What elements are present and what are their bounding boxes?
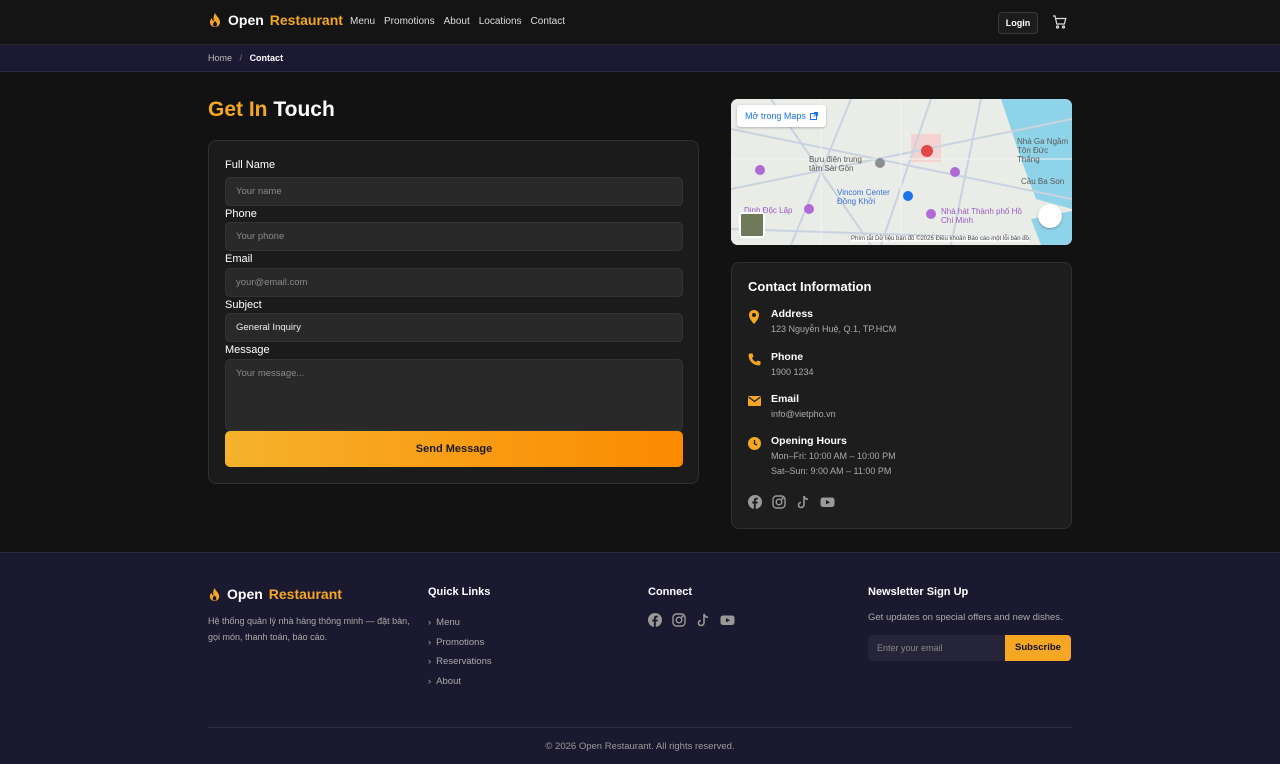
footer-brand-accent: Restaurant (268, 586, 342, 602)
contact-form: Full Name Your name Phone Your phone Ema… (208, 140, 699, 484)
breadcrumb-home[interactable]: Home (208, 53, 232, 63)
hours-label: Opening Hours (771, 435, 847, 447)
contact-socials (748, 495, 835, 509)
chevron-right-icon: › (428, 675, 432, 687)
main-nav: Menu Promotions About Locations Contact (350, 16, 574, 27)
chevron-right-icon: › (428, 617, 432, 629)
instagram-icon[interactable] (672, 613, 686, 627)
breadcrumb-separator: / (239, 53, 243, 63)
message-label: Message (225, 344, 270, 356)
contact-info-card: Contact Information Address 123 Nguyễn H… (731, 262, 1072, 529)
quick-links-title: Quick Links (428, 586, 491, 598)
hours-weekday: Mon–Fri: 10:00 AM – 10:00 PM (771, 451, 896, 461)
newsletter-email-input[interactable]: Enter your email (868, 635, 1005, 661)
page-title: Get In Touch (208, 98, 335, 122)
brand-accent: Restaurant (269, 12, 343, 28)
phone-input[interactable]: Your phone (225, 222, 683, 251)
breadcrumb-current: Contact (249, 53, 284, 63)
external-link-icon (809, 112, 818, 120)
map-label-bridge: Cầu Ba Son (1021, 177, 1065, 186)
phone-value: 1900 1234 (771, 367, 814, 377)
footer-socials (648, 613, 735, 627)
footer-brand[interactable]: Open Restaurant (208, 586, 342, 602)
fullscreen-icon[interactable] (1038, 204, 1062, 228)
breadcrumb: Home / Contact (208, 53, 283, 63)
map-label-station: Nhà Ga Ngầm Tôn Đức Thắng (1017, 137, 1069, 164)
youtube-icon[interactable] (820, 495, 835, 509)
nav-item-promotions[interactable]: Promotions (384, 16, 435, 27)
flame-icon (210, 13, 220, 27)
brand-logo[interactable]: Open Restaurant (208, 12, 343, 28)
top-header: Open Restaurant Menu Promotions About Lo… (0, 0, 1280, 45)
quick-link-label: Promotions (436, 636, 485, 648)
quick-links-list: › Menu › Promotions › Reservations › About (428, 613, 492, 691)
quick-link-label: Reservations (436, 656, 492, 668)
phone-label: Phone (225, 208, 257, 220)
full-name-input[interactable]: Your name (225, 177, 683, 206)
phone-icon (748, 353, 761, 366)
chevron-right-icon: › (428, 636, 432, 648)
email-value: info@vietpho.vn (771, 409, 836, 419)
brand-prefix: Open (228, 12, 264, 28)
embedded-map[interactable]: Mở trong Maps Bưu điện trung tâm Sài Gòn… (731, 99, 1072, 245)
quick-link-reservations[interactable]: › Reservations (428, 652, 492, 672)
flame-icon (209, 587, 220, 601)
facebook-icon[interactable] (748, 495, 762, 509)
chevron-right-icon: › (428, 656, 432, 668)
map-label-opera-house: Nhà hát Thành phố Hồ Chí Minh (941, 207, 1022, 225)
phone-label: Phone (771, 351, 804, 363)
map-attribution: Phím tắt Dữ liệu bản đồ ©2026 Điều khoản… (851, 236, 1029, 242)
open-in-maps-label: Mở trong Maps (745, 111, 806, 121)
nav-item-about[interactable]: About (444, 16, 470, 27)
newsletter-text: Get updates on special offers and new di… (868, 612, 1063, 623)
contact-info-title: Contact Information (748, 279, 872, 294)
subject-select[interactable]: General Inquiry (225, 313, 683, 342)
page-title-rest: Touch (273, 98, 335, 121)
email-label: Email (225, 253, 253, 265)
quick-link-promotions[interactable]: › Promotions (428, 633, 492, 653)
site-footer: Open Restaurant Hệ thống quản lý nhà hàn… (0, 552, 1280, 764)
address-value: 123 Nguyễn Huệ, Q.1, TP.HCM (771, 324, 897, 334)
login-button[interactable]: Login (998, 12, 1038, 34)
footer-divider (208, 727, 1072, 728)
connect-title: Connect (648, 586, 692, 598)
send-message-button[interactable]: Send Message (225, 431, 683, 467)
nav-item-locations[interactable]: Locations (479, 16, 522, 27)
tiktok-icon[interactable] (696, 613, 710, 627)
hours-weekend: Sat–Sun: 9:00 AM – 11:00 PM (771, 466, 892, 476)
email-label: Email (771, 393, 800, 405)
footer-description: Hệ thống quản lý nhà hàng thông minh — đ… (208, 616, 410, 642)
newsletter-title: Newsletter Sign Up (868, 586, 969, 598)
map-label-vincom: Vincom Center Đồng Khởi (837, 188, 890, 206)
tiktok-icon[interactable] (796, 495, 810, 509)
facebook-icon[interactable] (648, 613, 662, 627)
nav-item-contact[interactable]: Contact (531, 16, 565, 27)
subject-label: Subject (225, 299, 262, 311)
quick-link-menu[interactable]: › Menu (428, 613, 492, 633)
message-textarea[interactable]: Your message... (225, 359, 683, 431)
cart-icon[interactable] (1052, 15, 1067, 29)
address-label: Address (771, 308, 814, 320)
instagram-icon[interactable] (772, 495, 786, 509)
clock-icon (748, 437, 761, 450)
mail-icon (748, 396, 761, 406)
quick-link-label: Menu (436, 617, 460, 629)
page-title-accent: Get In (208, 98, 268, 121)
email-input[interactable]: your@email.com (225, 268, 683, 297)
breadcrumb-bar: Home / Contact (0, 45, 1280, 72)
youtube-icon[interactable] (720, 613, 735, 627)
location-pin-icon (749, 310, 759, 324)
full-name-label: Full Name (225, 159, 276, 171)
footer-brand-prefix: Open (227, 586, 263, 602)
quick-link-about[interactable]: › About (428, 672, 492, 692)
nav-item-menu[interactable]: Menu (350, 16, 375, 27)
quick-link-label: About (436, 675, 461, 687)
satellite-toggle[interactable] (739, 212, 765, 238)
copyright: © 2026 Open Restaurant. All rights reser… (545, 741, 735, 752)
open-in-maps-button[interactable]: Mở trong Maps (737, 105, 826, 127)
subscribe-button[interactable]: Subscribe (1005, 635, 1071, 661)
map-label-post-office: Bưu điện trung tâm Sài Gòn (809, 155, 862, 173)
